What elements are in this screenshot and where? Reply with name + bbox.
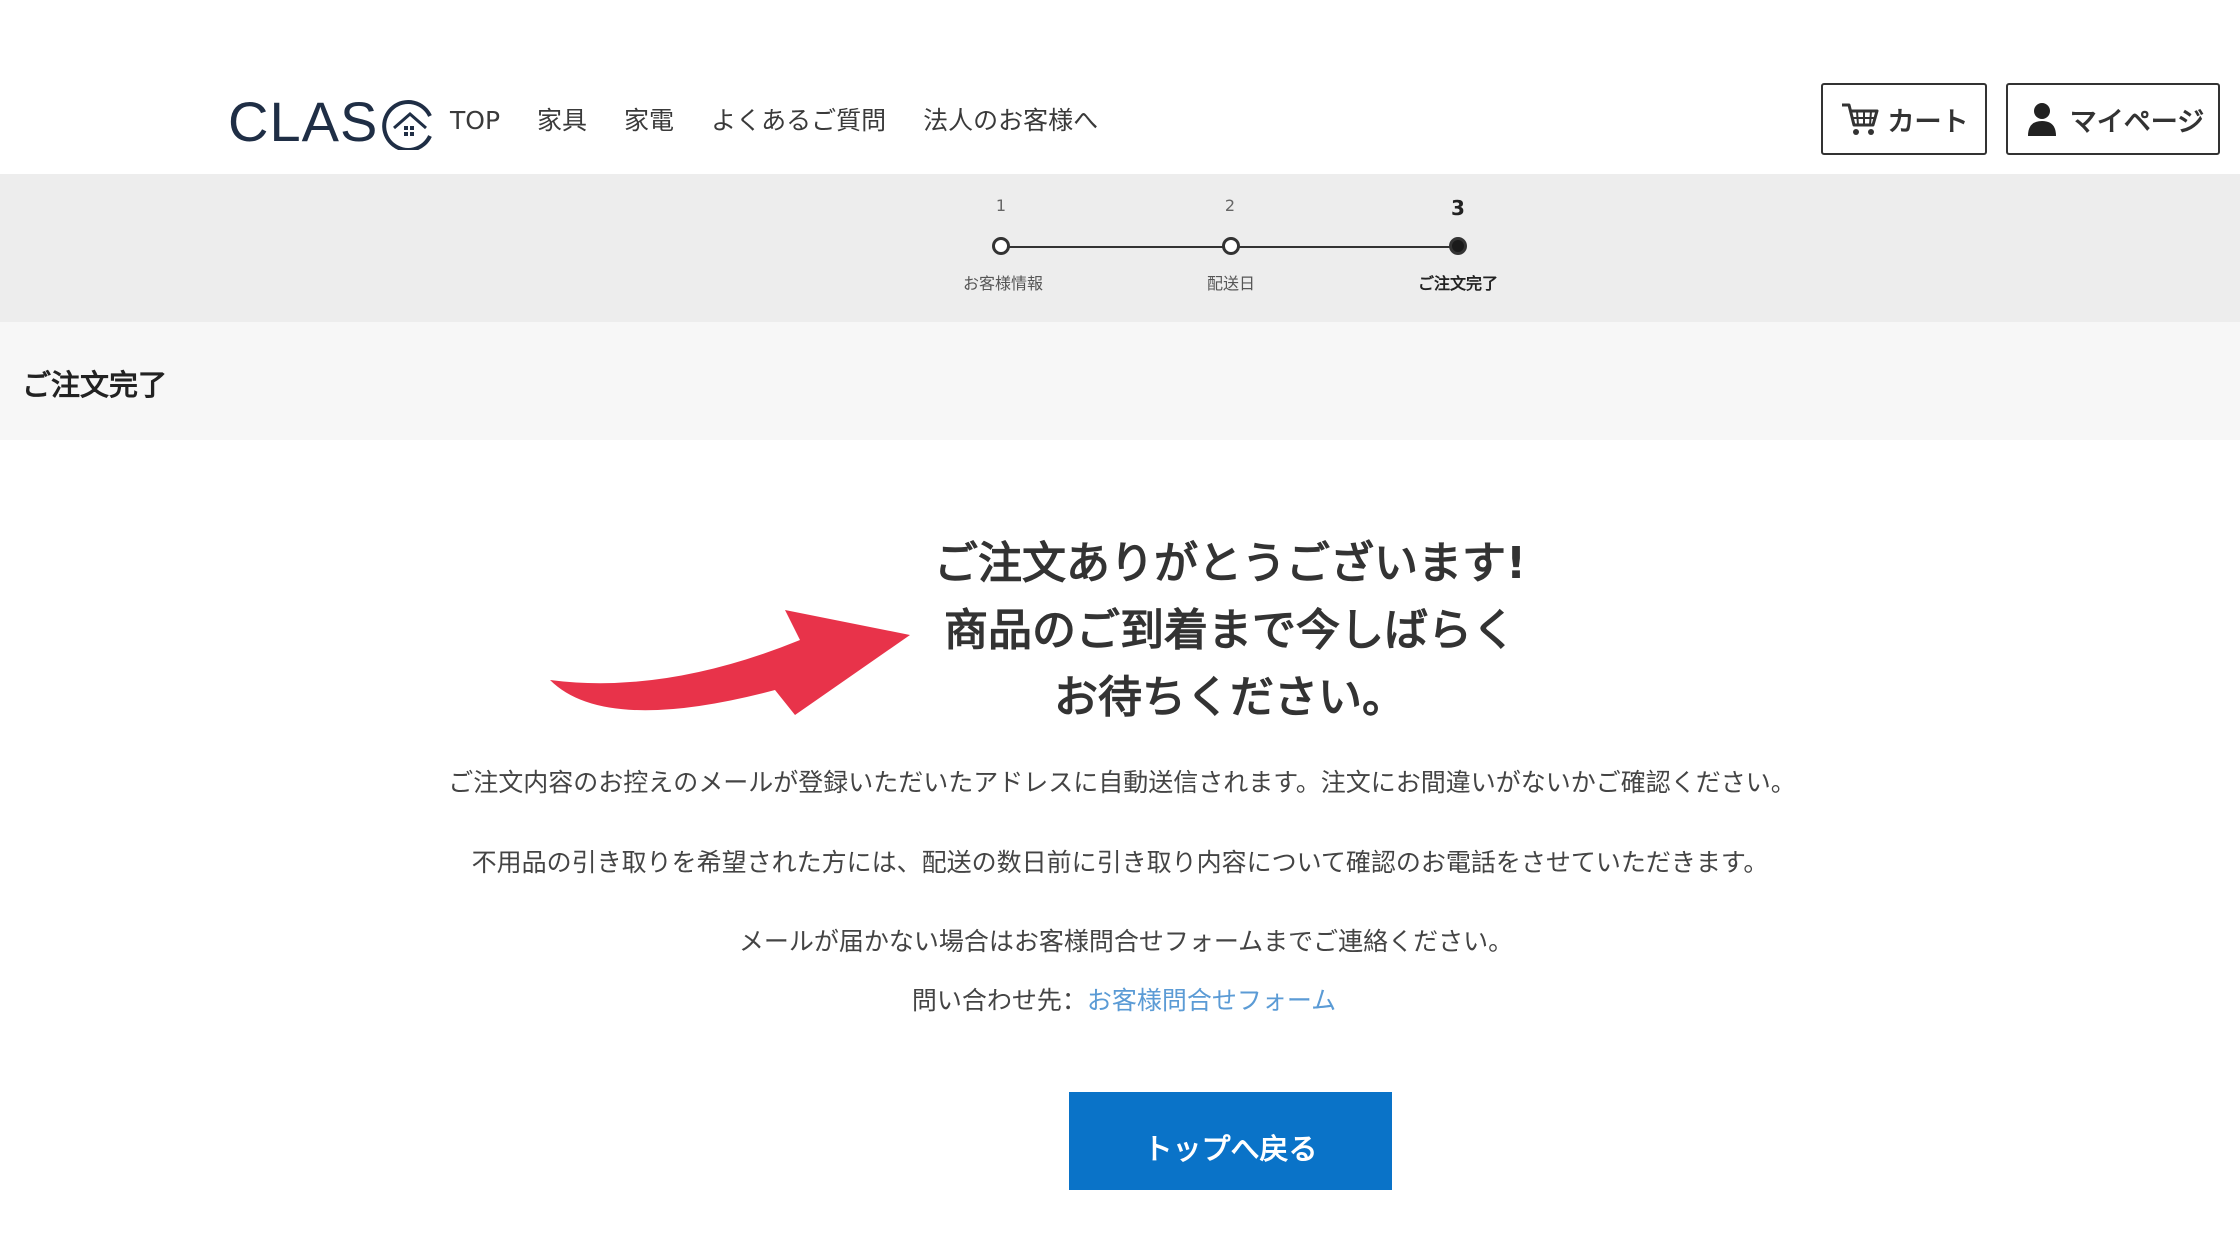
nav-appliances[interactable]: 家電 xyxy=(624,104,674,138)
logo[interactable]: CLAS xyxy=(228,90,436,150)
pickup-notice: 不用品の引き取りを希望された方には、配送の数日前に引き取り内容について確認のお電… xyxy=(471,848,1769,877)
mypage-button[interactable]: マイページ xyxy=(2006,83,2220,155)
step-2-label: 配送日 xyxy=(1206,274,1255,293)
step-1-label: お客様情報 xyxy=(962,274,1043,293)
step-3-label: ご注文完了 xyxy=(1417,274,1498,293)
site-header: CLAS TOP 家具 家電 よくあるご質問 法人のお客様へ カート マイページ xyxy=(0,0,2240,174)
mail-notice: ご注文内容のお控えのメールが登録いただいたアドレスに自動送信されます。注文にお間… xyxy=(448,768,1796,797)
nav-faq[interactable]: よくあるご質問 xyxy=(711,104,886,138)
step-2-dot xyxy=(1222,237,1240,255)
step-2-number: 2 xyxy=(1224,196,1236,215)
cart-label: カート xyxy=(1887,106,1969,138)
contact-form-link[interactable]: お客様問合せフォーム xyxy=(1087,986,1336,1015)
nav-business[interactable]: 法人のお客様へ xyxy=(923,104,1098,138)
no-mail-notice: メールが届かない場合はお客様問合せフォームまでご連絡ください。 xyxy=(738,927,1514,956)
main-nav: TOP 家具 家電 よくあるご質問 法人のお客様へ xyxy=(450,104,1135,138)
page-title: ご注文完了 xyxy=(22,368,168,402)
step-3-number: 3 xyxy=(1451,196,1465,220)
logo-house-icon xyxy=(382,100,433,150)
contact-prefix: 問い合わせ先： xyxy=(911,986,1087,1015)
mypage-label: マイページ xyxy=(2069,106,2205,138)
nav-furniture[interactable]: 家具 xyxy=(537,104,587,138)
back-to-top-button[interactable]: トップへ戻る xyxy=(1069,1092,1392,1190)
thank-you-line-2: 商品のご到着まで今しばらく xyxy=(944,605,1516,656)
contact-line: 問い合わせ先：お客様問合せフォーム xyxy=(0,981,2240,1017)
cart-button[interactable]: カート xyxy=(1821,83,1987,155)
nav-top[interactable]: TOP xyxy=(450,104,500,138)
cart-icon xyxy=(1841,103,1878,135)
step-3-dot xyxy=(1449,237,1467,255)
title-band: ご注文完了 xyxy=(0,322,2240,440)
step-1-dot xyxy=(992,237,1010,255)
user-icon xyxy=(2027,103,2056,136)
thank-you-line-1: ご注文ありがとうございます! xyxy=(933,538,1527,589)
thank-you-line-3: お待ちください。 xyxy=(1054,672,1406,723)
thank-you-message: ご注文ありがとうございます! 商品のご到着まで今しばらく お待ちください。 xyxy=(830,530,1630,731)
logo-text: CLAS xyxy=(228,90,379,153)
step-1-number: 1 xyxy=(995,196,1007,215)
progress-steps: 1 お客様情報 2 配送日 3 ご注文完了 xyxy=(0,174,2240,322)
